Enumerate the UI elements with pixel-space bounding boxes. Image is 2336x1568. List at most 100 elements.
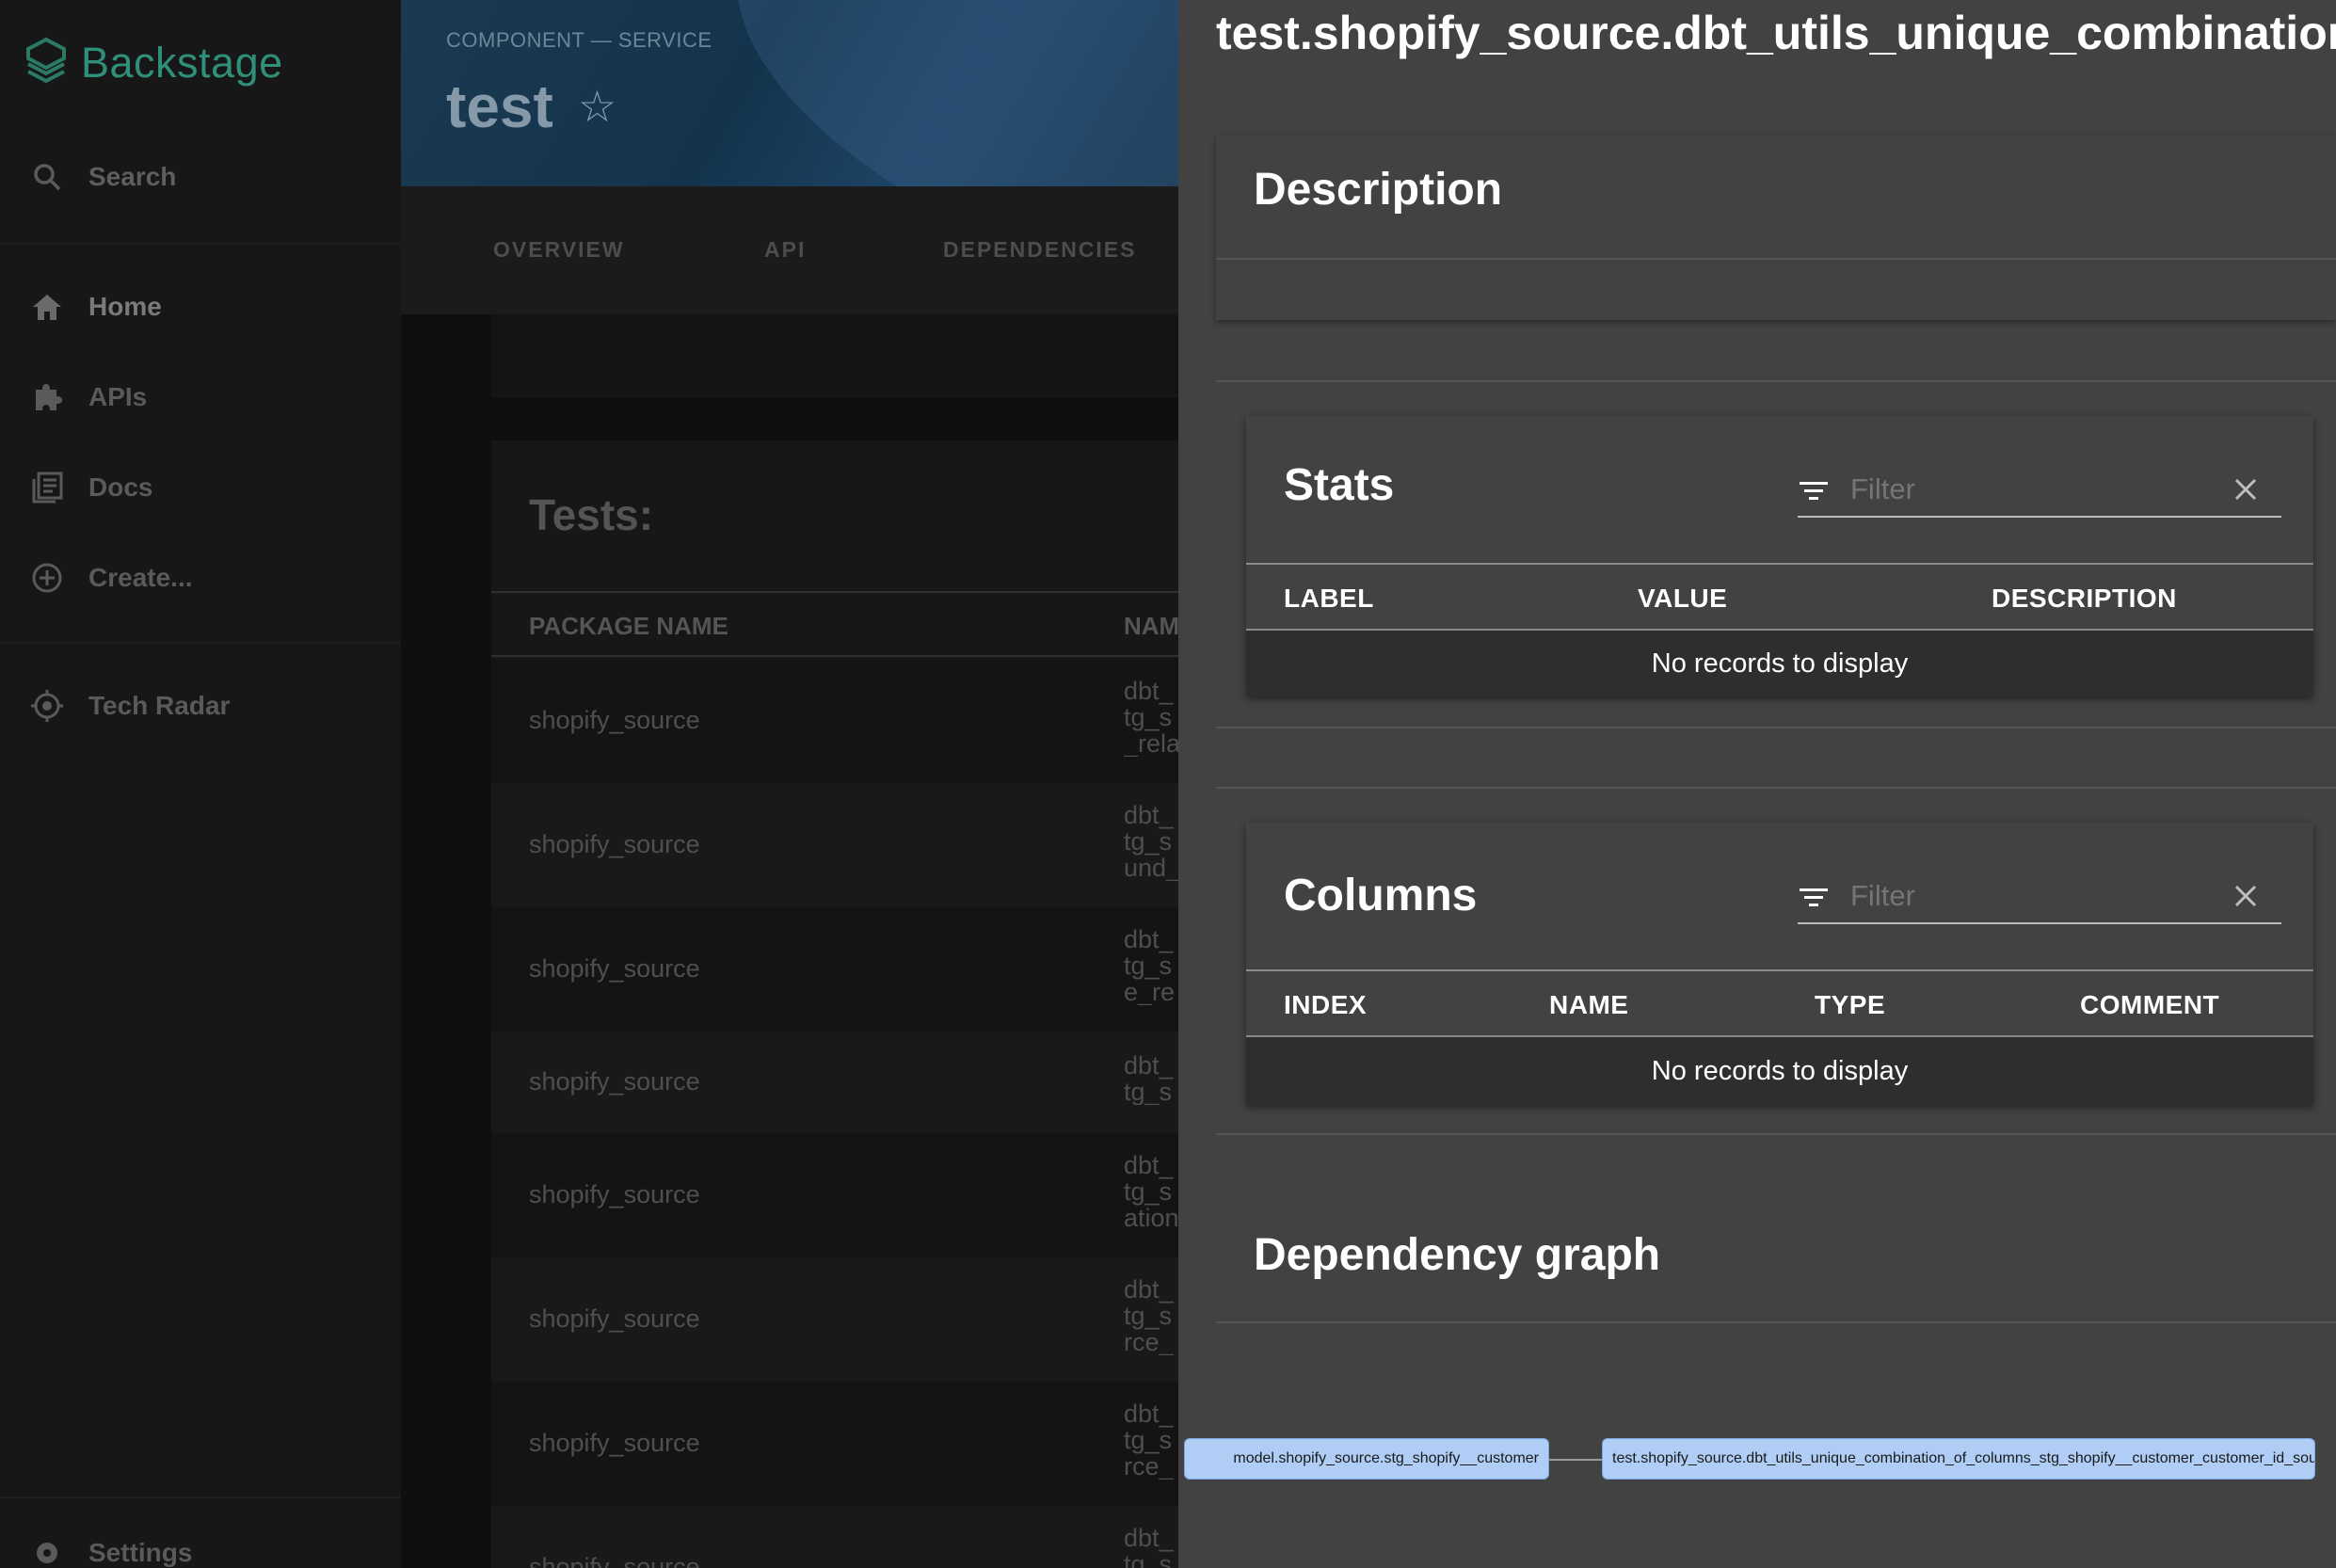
table-row[interactable]: shopify_source dbt_ tg_s rce_ bbox=[491, 1382, 1178, 1506]
package-cell: shopify_source bbox=[529, 706, 700, 734]
brand-logo-link[interactable]: Backstage bbox=[24, 36, 283, 90]
section-divider bbox=[1216, 727, 2336, 728]
sidebar-item-docs[interactable]: Docs bbox=[30, 471, 152, 504]
stats-filter-input[interactable] bbox=[1850, 472, 2208, 506]
tab-dependencies[interactable]: DEPENDENCIES bbox=[943, 237, 1136, 263]
summary-card bbox=[491, 314, 1178, 397]
column-header-name[interactable]: NAME bbox=[1549, 990, 1628, 1020]
description-title: Description bbox=[1254, 165, 1503, 215]
sidebar-item-label: APIs bbox=[88, 382, 148, 411]
close-icon[interactable] bbox=[2232, 476, 2259, 503]
name-cell: dbt_ tg_s _rela bbox=[1124, 678, 1178, 757]
package-cell: shopify_source bbox=[529, 1067, 700, 1096]
docs-icon bbox=[32, 472, 63, 504]
column-header-label[interactable]: LABEL bbox=[1284, 584, 1374, 614]
add-circle-icon bbox=[32, 563, 62, 593]
section-divider bbox=[1216, 787, 2336, 789]
sidebar-item-create[interactable]: Create... bbox=[30, 561, 193, 595]
sidebar-search[interactable]: Search bbox=[30, 160, 176, 194]
entity-header: COMPONENT — SERVICE test ☆ bbox=[401, 0, 1178, 186]
package-cell: shopify_source bbox=[529, 1180, 700, 1208]
graph-edge bbox=[1549, 1459, 1602, 1461]
table-row[interactable]: shopify_source dbt_ tg_s rce_ bbox=[491, 1257, 1178, 1382]
entity-tabs: OVERVIEW API DEPENDENCIES bbox=[401, 186, 1178, 314]
drawer-title: test.shopify_source.dbt_utils_unique_com… bbox=[1216, 7, 2336, 59]
tab-api[interactable]: API bbox=[764, 237, 806, 263]
search-icon bbox=[34, 164, 61, 191]
sidebar-item-label: Home bbox=[88, 292, 162, 321]
table-row[interactable]: shopify_source dbt_ tg_s bbox=[491, 1506, 1178, 1568]
backstage-logo-icon bbox=[26, 37, 66, 84]
brand-name: Backstage bbox=[81, 39, 283, 87]
columns-table-header: INDEX NAME TYPE COMMENT bbox=[1246, 969, 2313, 1037]
column-header-type[interactable]: TYPE bbox=[1815, 990, 1885, 1020]
graph-node-model[interactable]: model.shopify_source.stg_shopify__custom… bbox=[1184, 1438, 1549, 1480]
package-cell: shopify_source bbox=[529, 954, 700, 983]
columns-empty-state: No records to display bbox=[1246, 1037, 2313, 1105]
entity-content: Tests: PACKAGE NAME NAM shopify_source d… bbox=[401, 314, 1179, 1568]
sidebar: Backstage Search Home APIs Docs Create..… bbox=[0, 0, 401, 1568]
name-cell: dbt_ tg_s rce_ bbox=[1124, 1276, 1174, 1355]
sidebar-item-apis[interactable]: APIs bbox=[30, 380, 147, 414]
column-header-value[interactable]: VALUE bbox=[1638, 584, 1727, 614]
name-cell: dbt_ tg_s ation bbox=[1124, 1152, 1178, 1231]
table-row[interactable]: shopify_source dbt_ tg_s ation bbox=[491, 1133, 1178, 1257]
sidebar-divider bbox=[0, 243, 401, 245]
columns-title: Columns bbox=[1284, 871, 1478, 920]
entity-page: Backstage Search Home APIs Docs Create..… bbox=[0, 0, 1179, 1568]
filter-icon bbox=[1800, 482, 1828, 500]
package-cell: shopify_source bbox=[529, 1304, 700, 1333]
sidebar-item-label: Docs bbox=[88, 472, 153, 502]
tests-title: Tests: bbox=[529, 490, 654, 539]
dependency-graph[interactable]: model.shopify_source.stg_shopify__custom… bbox=[1184, 1431, 2336, 1496]
section-divider bbox=[1216, 1133, 2336, 1135]
tests-card: Tests: PACKAGE NAME NAM shopify_source d… bbox=[491, 440, 1179, 1568]
sidebar-item-home[interactable]: Home bbox=[30, 290, 162, 324]
package-cell: shopify_source bbox=[529, 1553, 700, 1568]
star-icon[interactable]: ☆ bbox=[578, 81, 616, 132]
table-row[interactable]: shopify_source dbt_ tg_s und_ bbox=[491, 783, 1178, 907]
columns-filter bbox=[1798, 872, 2281, 924]
table-row[interactable]: shopify_source dbt_ tg_s e_re bbox=[491, 907, 1178, 1032]
description-card: Description bbox=[1216, 136, 2336, 320]
sidebar-item-label: Tech Radar bbox=[88, 691, 231, 720]
stats-card: Stats LABEL VALUE DESCRIPTION No records… bbox=[1246, 416, 2313, 696]
column-header-description[interactable]: DESCRIPTION bbox=[1992, 584, 2177, 614]
gear-icon bbox=[37, 1543, 57, 1563]
package-cell: shopify_source bbox=[529, 1429, 700, 1457]
card-divider bbox=[1216, 258, 2336, 260]
stats-title: Stats bbox=[1284, 460, 1395, 510]
sidebar-divider bbox=[0, 1496, 401, 1498]
entity-kind: COMPONENT — SERVICE bbox=[446, 28, 712, 52]
column-header-name[interactable]: NAM bbox=[1124, 612, 1179, 641]
graph-node-test[interactable]: test.shopify_source.dbt_utils_unique_com… bbox=[1602, 1438, 2315, 1480]
package-cell: shopify_source bbox=[529, 830, 700, 858]
puzzle-icon bbox=[36, 384, 62, 410]
columns-card: Columns INDEX NAME TYPE COMMENT No recor… bbox=[1246, 823, 2313, 1105]
home-icon bbox=[33, 295, 61, 320]
page-title: test ☆ bbox=[446, 72, 616, 141]
sidebar-item-settings[interactable]: Settings bbox=[30, 1536, 192, 1568]
stats-empty-state: No records to display bbox=[1246, 631, 2313, 696]
columns-filter-input[interactable] bbox=[1850, 879, 2208, 913]
table-row[interactable]: shopify_source dbt_ tg_s _rela bbox=[491, 659, 1178, 783]
name-cell: dbt_ tg_s bbox=[1124, 1525, 1174, 1568]
table-row[interactable]: shopify_source dbt_ tg_s bbox=[491, 1032, 1178, 1133]
dependency-graph-title: Dependency graph bbox=[1254, 1230, 1661, 1280]
column-header-package[interactable]: PACKAGE NAME bbox=[529, 612, 728, 641]
sidebar-item-tech-radar[interactable]: Tech Radar bbox=[30, 689, 230, 723]
header-decoration bbox=[680, 0, 1178, 186]
tab-overview[interactable]: OVERVIEW bbox=[493, 237, 625, 263]
stats-table-header: LABEL VALUE DESCRIPTION bbox=[1246, 563, 2313, 631]
radar-icon bbox=[31, 690, 63, 722]
column-header-index[interactable]: INDEX bbox=[1284, 990, 1367, 1020]
search-label: Search bbox=[88, 162, 177, 191]
close-icon[interactable] bbox=[2232, 883, 2259, 909]
section-divider bbox=[1216, 380, 2336, 382]
name-cell: dbt_ tg_s bbox=[1124, 1052, 1174, 1105]
filter-icon bbox=[1800, 888, 1828, 906]
sidebar-divider bbox=[0, 642, 401, 644]
tests-table-header: PACKAGE NAME NAM bbox=[491, 591, 1179, 657]
entity-name: test bbox=[446, 72, 553, 140]
column-header-comment[interactable]: COMMENT bbox=[2080, 990, 2219, 1020]
